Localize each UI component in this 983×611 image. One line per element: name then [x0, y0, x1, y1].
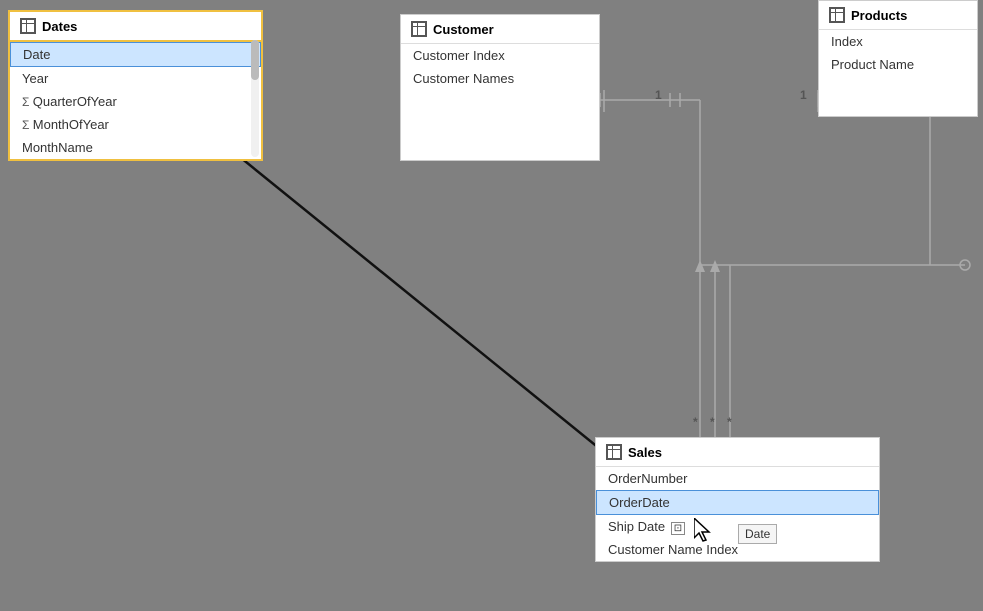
customer-table: Customer Customer Index Customer Names: [400, 14, 600, 161]
table-icon-products: [829, 7, 845, 23]
products-title: Products: [851, 8, 907, 23]
dates-row-date[interactable]: Date: [10, 42, 261, 67]
sales-orderdate-label: OrderDate: [609, 495, 670, 510]
table-icon-customer: [411, 21, 427, 37]
dates-table: Dates Date Year QuarterOfYear MonthOfYea…: [8, 10, 263, 161]
products-row-productname[interactable]: Product Name: [819, 53, 977, 76]
relation-label-star-2: *: [710, 415, 715, 429]
products-table-header: Products: [819, 1, 977, 30]
relation-label-star-1: *: [693, 415, 698, 429]
dates-row-monthname[interactable]: MonthName: [10, 136, 261, 159]
dates-row-quarterofyear[interactable]: QuarterOfYear: [10, 90, 261, 113]
relation-label-star-3: *: [727, 415, 732, 429]
dates-scrollbar[interactable]: [251, 40, 259, 157]
relation-label-one-left: 1: [655, 88, 662, 102]
relation-label-one-right: 1: [800, 88, 807, 102]
sales-row-customerindex[interactable]: Customer Name Index: [596, 538, 879, 561]
table-icon-dates: [20, 18, 36, 34]
sales-table-header: Sales: [596, 438, 879, 467]
sales-row-ordernumber[interactable]: OrderNumber: [596, 467, 879, 490]
dates-row-monthofyear[interactable]: MonthOfYear: [10, 113, 261, 136]
dates-title: Dates: [42, 19, 77, 34]
customer-table-header: Customer: [401, 15, 599, 44]
dates-row-year[interactable]: Year: [10, 67, 261, 90]
customer-row-names[interactable]: Customer Names: [401, 67, 599, 90]
sales-row-orderdate[interactable]: OrderDate: [596, 490, 879, 515]
dates-table-header: Dates: [10, 12, 261, 42]
shipdate-external-icon: ⊡: [671, 522, 685, 535]
sales-title: Sales: [628, 445, 662, 460]
table-icon-sales: [606, 444, 622, 460]
dates-scrollbar-thumb: [251, 40, 259, 80]
products-row-index[interactable]: Index: [819, 30, 977, 53]
customer-title: Customer: [433, 22, 494, 37]
sales-row-shipdate[interactable]: Ship Date ⊡: [596, 515, 879, 538]
products-table: Products Index Product Name: [818, 0, 978, 117]
customer-row-index[interactable]: Customer Index: [401, 44, 599, 67]
sales-table: Sales OrderNumber OrderDate Ship Date ⊡ …: [595, 437, 880, 562]
